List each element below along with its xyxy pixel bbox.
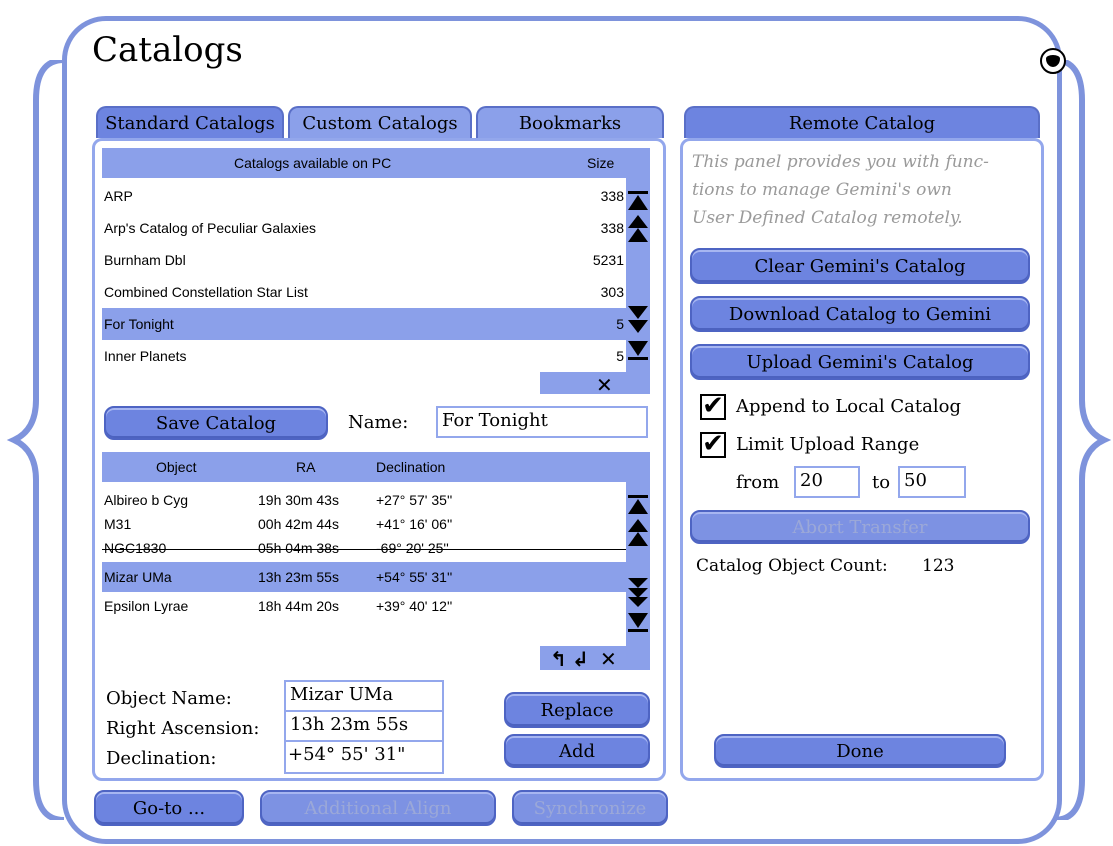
to-input[interactable]: 50 (898, 466, 966, 498)
limit-upload-checkbox[interactable]: ✔ (700, 431, 726, 458)
catalog-name: Arp's Catalog of Peculiar Galaxies (104, 220, 316, 236)
object-scrollbar[interactable] (626, 452, 650, 670)
synchronize-button[interactable]: Synchronize (512, 790, 668, 826)
remote-info-line: tions to manage Gemini's own (692, 180, 952, 200)
catalog-name: For Tonight (104, 316, 174, 332)
scroll-bottom-icon[interactable] (626, 612, 650, 634)
save-catalog-button[interactable]: Save Catalog (104, 406, 328, 440)
object-dec: +41° 16' 06'' (376, 516, 453, 532)
tab-bookmarks[interactable]: Bookmarks (476, 106, 664, 138)
object-dec: +27° 57' 35'' (376, 492, 453, 508)
object-ra: 13h 23m 55s (258, 569, 339, 585)
remote-info-line: This panel provides you with func- (692, 152, 989, 172)
remote-info-line: User Defined Catalog remotely. (692, 208, 963, 228)
object-ra: 00h 42m 44s (258, 516, 339, 532)
declination-label: Declination: (106, 748, 217, 769)
object-ra: 18h 44m 20s (258, 598, 339, 614)
right-ascension-label: Right Ascension: (106, 718, 260, 739)
declination-column-header: Declination (376, 459, 446, 475)
limit-upload-label: Limit Upload Range (736, 434, 920, 455)
object-name: Mizar UMa (104, 569, 172, 585)
page-down-icon[interactable] (626, 304, 650, 334)
page-up-icon[interactable] (626, 518, 650, 548)
catalog-name: Combined Constellation Star List (104, 284, 308, 300)
object-ra: 19h 30m 43s (258, 492, 339, 508)
catalog-name: ARP (104, 188, 133, 204)
done-button[interactable]: Done (714, 734, 1006, 768)
catalog-toolbar (540, 372, 650, 394)
ra-column-header: RA (296, 459, 316, 475)
page-down-icon[interactable] (626, 576, 650, 608)
move-down-icon[interactable]: ↲ (572, 649, 589, 669)
catalog-size-column-header: Size (587, 155, 615, 171)
right-ascension-input[interactable]: 13h 23m 55s (286, 712, 442, 742)
catalog-row[interactable]: Arp's Catalog of Peculiar Galaxies 338 (102, 212, 626, 244)
catalog-name-column-header: Catalogs available on PC (234, 155, 392, 171)
object-dec: +39° 40' 12'' (376, 598, 453, 614)
catalog-size: 5 (616, 348, 624, 364)
page-up-icon[interactable] (626, 214, 650, 244)
catalog-row-selected[interactable]: For Tonight 5 (102, 308, 626, 340)
catalog-list-header: Catalogs available on PC Size (102, 148, 626, 178)
window-menu-icon[interactable] (1040, 48, 1066, 74)
remote-catalog-panel (680, 138, 1044, 781)
object-name-input[interactable]: Mizar UMa (286, 682, 442, 712)
object-name: Epsilon Lyrae (104, 598, 189, 614)
scroll-bottom-icon[interactable] (626, 340, 650, 362)
goto-button[interactable]: Go-to ... (94, 790, 244, 826)
catalog-name: Burnham Dbl (104, 252, 186, 268)
catalog-name: Inner Planets (104, 348, 187, 364)
from-input[interactable]: 20 (794, 466, 860, 498)
catalog-row[interactable]: Inner Planets 5 (102, 340, 626, 372)
upload-gemini-catalog-button[interactable]: Upload Gemini's Catalog (690, 344, 1030, 380)
to-label: to (872, 472, 891, 493)
object-row[interactable]: Epsilon Lyrae 18h 44m 20s +39° 40' 12'' (102, 590, 626, 622)
catalog-size: 338 (600, 220, 624, 236)
catalog-object-count-label: Catalog Object Count: (696, 556, 888, 576)
strikethrough-line (102, 549, 626, 550)
catalog-name-label: Name: (348, 412, 409, 433)
object-list-header: Object RA Declination (102, 452, 626, 482)
delete-catalog-icon[interactable]: ✕ (596, 375, 613, 395)
catalog-size: 5 (616, 316, 624, 332)
object-dec: +54° 55' 31'' (376, 569, 453, 585)
catalog-row[interactable]: ARP 338 (102, 180, 626, 212)
scroll-top-icon[interactable] (626, 190, 650, 212)
catalog-object-count-value: 123 (922, 556, 955, 576)
object-column-header: Object (156, 459, 197, 475)
download-catalog-button[interactable]: Download Catalog to Gemini (690, 296, 1030, 332)
from-label: from (736, 472, 780, 493)
left-brace-decoration (6, 60, 65, 820)
catalog-row[interactable]: Burnham Dbl 5231 (102, 244, 626, 276)
window-title: Catalogs (92, 30, 243, 70)
scroll-top-icon[interactable] (626, 494, 650, 516)
object-name: Albireo b Cyg (104, 492, 189, 508)
object-row-deleted[interactable]: NGC1830 05h 04m 38s -69° 20' 25'' (102, 532, 626, 564)
append-local-label: Append to Local Catalog (736, 396, 961, 417)
object-ra: 05h 04m 38s (258, 540, 339, 556)
add-button[interactable]: Add (504, 734, 650, 768)
catalog-row[interactable]: Combined Constellation Star List 303 (102, 276, 626, 308)
move-up-icon[interactable]: ↰ (550, 649, 567, 669)
catalog-name-input[interactable]: For Tonight (436, 406, 648, 438)
tab-remote-catalog[interactable]: Remote Catalog (684, 106, 1040, 138)
object-name: NGC1830 (104, 540, 167, 556)
append-local-checkbox[interactable]: ✔ (700, 393, 726, 420)
object-name-label: Object Name: (106, 688, 232, 709)
object-dec: -69° 20' 25'' (376, 540, 449, 556)
tab-custom-catalogs[interactable]: Custom Catalogs (288, 106, 472, 138)
remote-info-text: This panel provides you with func- tions… (692, 150, 1038, 230)
clear-gemini-catalog-button[interactable]: Clear Gemini's Catalog (690, 248, 1030, 284)
object-name: M31 (104, 516, 132, 532)
additional-align-button[interactable]: Additional Align (260, 790, 496, 826)
catalog-size: 338 (600, 188, 624, 204)
tab-standard-catalogs[interactable]: Standard Catalogs (96, 106, 284, 138)
replace-button[interactable]: Replace (504, 692, 650, 728)
catalog-size: 303 (600, 284, 624, 300)
declination-input[interactable]: +54° 55' 31" (286, 742, 442, 772)
abort-transfer-button[interactable]: Abort Transfer (690, 510, 1030, 544)
catalog-size: 5231 (592, 252, 624, 268)
delete-object-icon[interactable]: ✕ (600, 649, 617, 669)
object-row-selected[interactable]: Mizar UMa 13h 23m 55s +54° 55' 31'' (102, 562, 626, 592)
